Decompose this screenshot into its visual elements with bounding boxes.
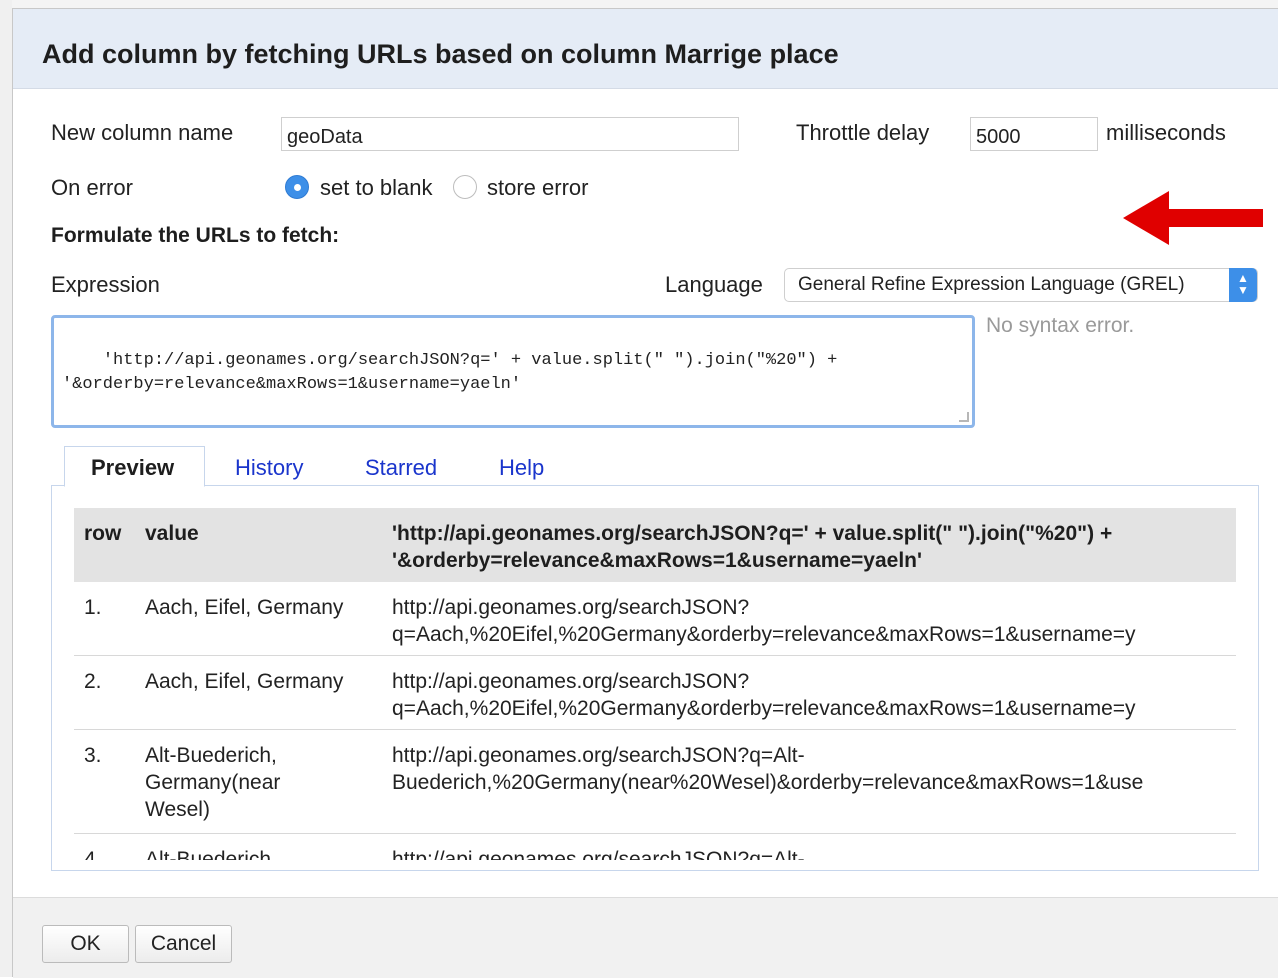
set-to-blank-radio[interactable] <box>285 175 309 199</box>
language-label: Language <box>665 272 763 297</box>
ok-button[interactable]: OK <box>42 925 129 963</box>
throttle-delay-label: Throttle delay <box>796 120 930 145</box>
add-column-dialog: Add column by fetching URLs based on col… <box>12 8 1278 978</box>
language-select-value: General Refine Expression Language (GREL… <box>798 274 1185 295</box>
expression-textarea[interactable]: 'http://api.geonames.org/searchJSON?q=' … <box>51 315 975 428</box>
formulate-urls-title: Formulate the URLs to fetch: <box>51 224 340 247</box>
store-error-label[interactable]: store error <box>487 175 588 201</box>
preview-table-header: row value 'http://api.geonames.org/searc… <box>74 508 1236 582</box>
row-url-line2: q=Aach,%20Eifel,%20Germany&orderby=relev… <box>392 697 1136 720</box>
row-number: 3. <box>84 744 102 767</box>
tab-starred[interactable]: Starred <box>365 455 437 481</box>
table-row: 1. Aach, Eifel, Germany http://api.geona… <box>74 582 1236 656</box>
row-url-line2: q=Aach,%20Eifel,%20Germany&orderby=relev… <box>392 623 1136 646</box>
new-column-name-input[interactable] <box>281 117 739 151</box>
syntax-status: No syntax error. <box>986 314 1135 337</box>
throttle-delay-input[interactable] <box>970 117 1098 151</box>
select-stepper-icon: ▲ ▼ <box>1229 268 1257 302</box>
on-error-label: On error <box>51 175 133 200</box>
table-row: 3. Alt-Buederich, Germany(near Wesel) ht… <box>74 730 1236 834</box>
table-row: 2. Aach, Eifel, Germany http://api.geona… <box>74 656 1236 730</box>
cancel-button[interactable]: Cancel <box>135 925 232 963</box>
expression-text: 'http://api.geonames.org/searchJSON?q=' … <box>62 351 838 394</box>
language-select[interactable]: General Refine Expression Language (GREL… <box>784 268 1258 302</box>
table-row: 4. Alt-Buederich http://api.geonames.org… <box>74 834 1236 860</box>
header-row: row <box>84 522 122 545</box>
preview-table[interactable]: row value 'http://api.geonames.org/searc… <box>74 508 1236 860</box>
header-expression-line1: 'http://api.geonames.org/searchJSON?q=' … <box>392 522 1113 545</box>
row-url-line1: http://api.geonames.org/searchJSON? <box>392 670 750 693</box>
store-error-radio[interactable] <box>453 175 477 199</box>
resize-grip-icon[interactable] <box>959 412 969 422</box>
row-value: Alt-Buederich, Germany(near Wesel) <box>145 744 281 821</box>
header-value: value <box>145 522 199 545</box>
row-value: Aach, Eifel, Germany <box>145 670 344 693</box>
new-column-label: New column name <box>51 120 234 145</box>
tab-preview[interactable]: Preview <box>64 446 205 487</box>
row-number: 4. <box>84 848 102 860</box>
tab-history[interactable]: History <box>235 455 303 481</box>
throttle-unit-label: milliseconds <box>1106 120 1226 145</box>
row-value: Aach, Eifel, Germany <box>145 596 344 619</box>
row-url-line2: Buederich,%20Germany(near%20Wesel)&order… <box>392 771 1144 794</box>
background-window-edge <box>0 0 12 977</box>
dialog-header: Add column by fetching URLs based on col… <box>13 9 1278 89</box>
row-value: Alt-Buederich <box>145 848 272 860</box>
row-number: 1. <box>84 596 102 619</box>
dialog-footer: OK Cancel <box>13 897 1278 978</box>
left-arrow-icon <box>1123 191 1263 245</box>
row-number: 2. <box>84 670 102 693</box>
set-to-blank-label[interactable]: set to blank <box>320 175 433 201</box>
expression-label: Expression <box>51 272 160 297</box>
row-url-line1: http://api.geonames.org/searchJSON?q=Alt… <box>392 744 805 767</box>
dialog-title: Add column by fetching URLs based on col… <box>42 39 839 69</box>
tab-help[interactable]: Help <box>499 455 544 481</box>
header-expression-line2: '&orderby=relevance&maxRows=1&username=y… <box>392 549 923 572</box>
row-url-line1: http://api.geonames.org/searchJSON? <box>392 596 750 619</box>
preview-panel: row value 'http://api.geonames.org/searc… <box>51 485 1259 871</box>
row-url-line1: http://api.geonames.org/searchJSON?q=Alt… <box>392 848 805 860</box>
